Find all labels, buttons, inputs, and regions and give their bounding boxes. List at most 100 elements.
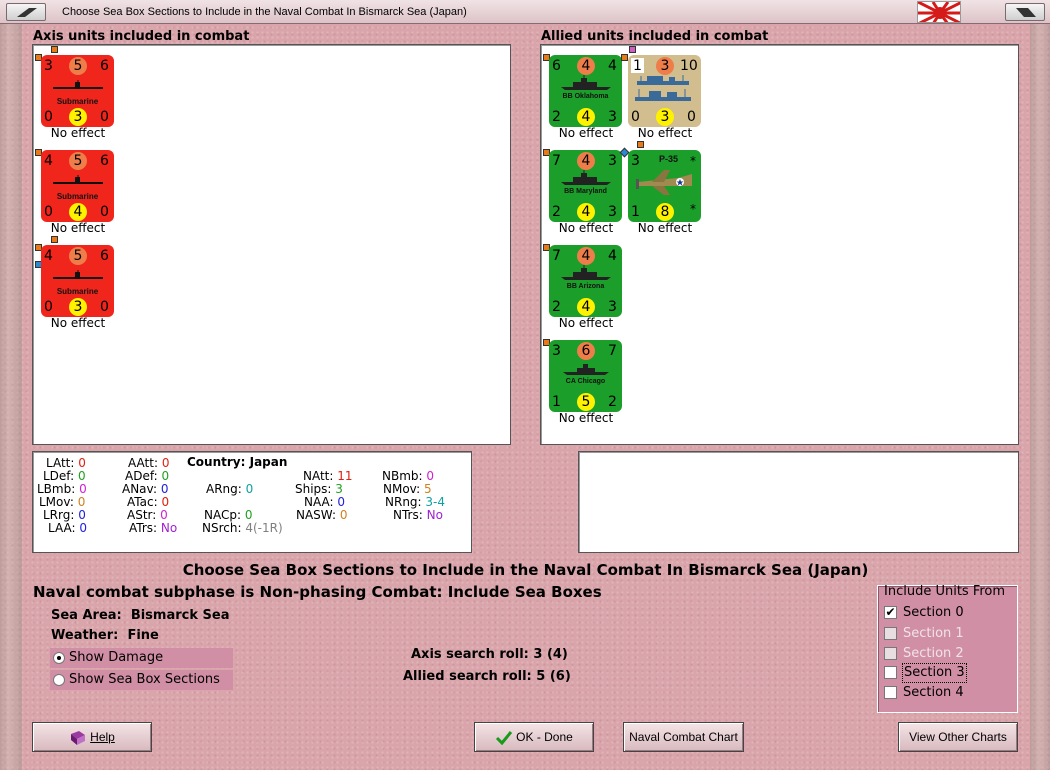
include-units-legend: Include Units From — [884, 584, 1006, 599]
unit-marker — [621, 54, 628, 61]
submarine-icon — [53, 80, 103, 89]
page-title: Choose Sea Box Sections to Include in th… — [182, 561, 869, 579]
unit-value: 0 — [44, 299, 53, 315]
view-other-charts-button[interactable]: View Other Charts — [898, 722, 1018, 752]
unit-value: * — [690, 154, 696, 168]
unit-value: 2 — [608, 394, 617, 410]
unit-counter: 3 5 6 Submarine 0 3 0 — [41, 55, 114, 127]
unit-value: 7 — [608, 343, 617, 359]
show-sea-box-sections-option[interactable]: Show Sea Box Sections — [50, 670, 233, 690]
unit-caption: No effect — [637, 221, 693, 235]
unit-marker — [51, 236, 58, 243]
unit-attack: 4 — [577, 247, 595, 265]
unit-marker — [637, 141, 644, 148]
unit-value: 6 — [100, 153, 109, 169]
unit-value: 1 — [552, 394, 561, 410]
unit-value: 3 — [608, 109, 617, 125]
show-damage-option[interactable]: Show Damage — [50, 648, 233, 668]
show-damage-radio[interactable] — [53, 652, 65, 664]
allied-stats-panel — [578, 451, 1019, 553]
unit-name: CA Chicago — [565, 378, 606, 385]
unit-value: 0 — [631, 109, 640, 125]
help-button[interactable]: Help — [32, 722, 152, 752]
cruiser-icon — [563, 364, 609, 375]
show-sea-box-sections-radio[interactable] — [53, 674, 65, 686]
unit-value: 3 — [608, 299, 617, 315]
unit-defense: 4 — [577, 108, 595, 126]
unit-value: 0 — [44, 204, 53, 220]
unit-stats-panel: LAtt: 0 LDef: 0 LBmb: 0 LMov: 0 LRrg: 0 … — [32, 451, 472, 553]
unit-value: 10 — [680, 58, 698, 74]
unit-caption: No effect — [558, 316, 614, 330]
unit-name: Submarine — [56, 97, 99, 106]
battleship-icon — [561, 170, 611, 185]
unit-defense: 4 — [577, 298, 595, 316]
battleship-icon — [561, 265, 611, 280]
window-frame-left — [0, 24, 22, 770]
axis-header: Axis units included in combat — [33, 29, 250, 44]
unit-caption: No effect — [637, 126, 693, 140]
section-1-checkbox — [884, 627, 897, 640]
unit-marker — [629, 46, 636, 53]
naval-combat-chart-button[interactable]: Naval Combat Chart — [623, 722, 744, 752]
stat-country: Country: Japan — [187, 455, 288, 469]
unit-marker — [51, 46, 58, 53]
section-2-checkbox — [884, 647, 897, 660]
sea-area: Sea Area: Bismarck Sea — [51, 608, 230, 623]
submarine-icon — [53, 175, 103, 184]
unit-value: 0 — [44, 109, 53, 125]
unit-defense: 8 — [656, 203, 674, 221]
unit-counter: 4 5 6 Submarine 0 4 0 — [41, 150, 114, 222]
unit-caption: No effect — [50, 221, 106, 235]
unit-value: 0 — [100, 109, 109, 125]
unit-counter: 4 5 6 Submarine 0 3 0 — [41, 245, 114, 317]
unit-counter: 7 4 4 BB Arizona 2 4 3 — [549, 245, 622, 317]
unit-name: BB Arizona — [566, 283, 605, 290]
unit-value: 7 — [552, 153, 561, 169]
allied-units-panel: 6 4 4 BB Oklahoma 2 4 3 No effect 1 3 10… — [540, 44, 1019, 445]
unit-defense: 5 — [577, 393, 595, 411]
unit-value: 3 — [608, 153, 617, 169]
unit-value: 1 — [633, 58, 642, 74]
checkmark-icon — [496, 730, 513, 746]
battleship-icon — [561, 75, 611, 90]
unit-caption: No effect — [558, 411, 614, 425]
unit-counter: 7 4 3 BB Maryland 2 4 3 — [549, 150, 622, 222]
minimize-icon — [1016, 8, 1036, 17]
unit-value: 6 — [552, 58, 561, 74]
minimize-button[interactable] — [1005, 3, 1045, 21]
fighter-plane-icon — [636, 170, 692, 195]
section-4-checkbox[interactable] — [884, 686, 897, 699]
unit-counter: 3 P-35 * 1 8 * — [628, 150, 701, 222]
window-frame-right — [1030, 24, 1050, 770]
unit-value: 3 — [552, 343, 561, 359]
unit-attack: 5 — [69, 57, 87, 75]
weather: Weather: Fine — [51, 628, 159, 643]
allied-header: Allied units included in combat — [541, 29, 769, 44]
unit-value: 0 — [100, 204, 109, 220]
unit-value: 7 — [552, 248, 561, 264]
unit-value: 2 — [552, 299, 561, 315]
section-0-checkbox[interactable]: ✔ — [884, 606, 897, 619]
unit-defense: 3 — [656, 108, 674, 126]
unit-attack: 5 — [69, 152, 87, 170]
unit-value: 3 — [608, 204, 617, 220]
unit-value: 0 — [687, 109, 696, 125]
unit-attack: 6 — [577, 342, 595, 360]
unit-defense: 4 — [69, 203, 87, 221]
stat-atrs: ATrs: No — [129, 521, 178, 535]
collapse-button[interactable] — [6, 3, 46, 21]
transport-ships-icon — [635, 75, 691, 101]
stat-laa: LAA: 0 — [48, 521, 87, 535]
collapse-icon — [17, 8, 37, 17]
ok-done-button[interactable]: OK - Done — [474, 722, 594, 752]
unit-defense: 3 — [69, 298, 87, 316]
unit-caption: No effect — [50, 316, 106, 330]
book-icon — [71, 730, 86, 745]
unit-value: 1 — [631, 204, 640, 220]
unit-value: 4 — [608, 248, 617, 264]
section-3-checkbox[interactable] — [884, 666, 897, 679]
unit-value: * — [690, 202, 696, 216]
unit-caption: No effect — [558, 126, 614, 140]
axis-search-roll: Axis search roll: 3 (4) — [411, 647, 568, 662]
